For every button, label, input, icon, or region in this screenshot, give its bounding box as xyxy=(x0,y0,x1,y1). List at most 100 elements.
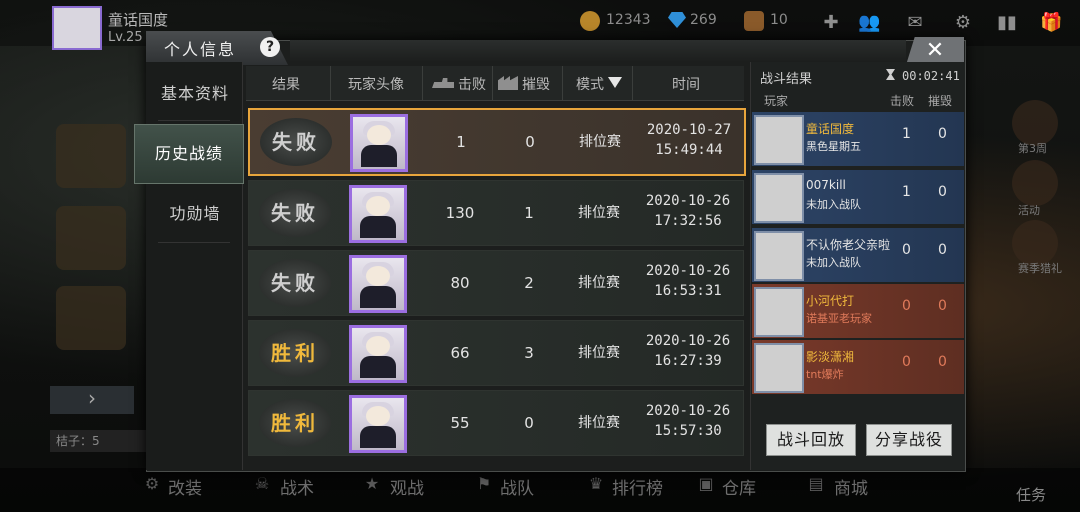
battle-player-kills: 0 xyxy=(902,354,911,370)
battle-player-team: 未加入战队 xyxy=(806,256,861,269)
avatar-body xyxy=(360,286,396,308)
time-value: 2020-10-26 16:53:31 xyxy=(633,261,743,301)
diamond-amount: 269 xyxy=(690,12,717,28)
battle-player-avatar[interactable] xyxy=(754,287,804,337)
friend-card[interactable] xyxy=(56,124,126,188)
clock-text: 15:49:44 xyxy=(655,142,723,158)
avatar-face xyxy=(366,406,390,426)
share-battle-button[interactable]: 分享战役 xyxy=(866,424,952,456)
kills-value: 80 xyxy=(450,274,470,292)
destroys-value: 1 xyxy=(524,204,534,222)
mode-filter-dropdown-icon[interactable] xyxy=(608,77,622,88)
mode-value: 排位赛 xyxy=(578,205,620,221)
tactics-icon: ☠ xyxy=(254,474,270,493)
warehouse-icon: ▣ xyxy=(698,474,714,493)
season-gift-label: 赛季猎礼 xyxy=(1018,262,1062,275)
result-badge: 失败 xyxy=(259,259,331,307)
battle-player-destroys: 0 xyxy=(938,184,947,200)
player-avatar-thumb[interactable] xyxy=(349,325,407,383)
battle-player-kills: 0 xyxy=(902,298,911,314)
ticket-amount: 10 xyxy=(770,12,788,28)
player-avatar-thumb[interactable] xyxy=(349,395,407,453)
chat-preview[interactable]: 桔子：5 xyxy=(50,430,152,452)
battle-player-row[interactable]: 不认你老父亲啦 未加入战队 0 0 xyxy=(752,228,964,282)
battle-timer: 00:02:41 xyxy=(902,69,960,83)
history-row[interactable]: 失败 1 0 排位赛 2020-10-27 15:49:44 xyxy=(248,108,746,176)
player-avatar[interactable] xyxy=(52,6,102,50)
result-badge: 失败 xyxy=(260,118,332,166)
friend-card[interactable] xyxy=(56,286,126,350)
bottom-nav-warehouse[interactable]: 仓库 xyxy=(722,474,756,499)
panel-header-bar xyxy=(290,40,906,62)
player-avatar-thumb[interactable] xyxy=(350,114,408,172)
history-row[interactable]: 失败 130 1 排位赛 2020-10-26 17:32:56 xyxy=(248,180,744,246)
battle-player-destroys: 0 xyxy=(938,354,947,370)
bottom-nav-spectate[interactable]: 观战 xyxy=(390,474,424,499)
battle-player-destroys: 0 xyxy=(938,242,947,258)
nav-battle-history[interactable]: 历史战绩 xyxy=(134,124,244,184)
nav-divider xyxy=(158,242,230,243)
nav-basic-info[interactable]: 基本资料 xyxy=(150,72,240,116)
time-value: 2020-10-26 15:57:30 xyxy=(633,401,743,441)
battle-player-row[interactable]: 童话国度 黑色星期五 1 0 xyxy=(752,112,964,166)
mode-value: 排位赛 xyxy=(578,345,620,361)
mode-value: 排位赛 xyxy=(579,134,621,150)
battle-player-avatar[interactable] xyxy=(754,173,804,223)
history-row[interactable]: 失败 80 2 排位赛 2020-10-26 16:53:31 xyxy=(248,250,744,316)
avatar-face xyxy=(367,125,391,145)
battle-player-row[interactable]: 小河代打 诺基亚老玩家 0 0 xyxy=(752,284,964,338)
bottom-nav-missions[interactable]: 任务 xyxy=(1016,484,1046,505)
time-value: 2020-10-26 16:27:39 xyxy=(633,331,743,371)
time-value: 2020-10-26 17:32:56 xyxy=(633,191,743,231)
activity-label: 活动 xyxy=(1018,204,1040,217)
battle-player-team: 诺基亚老玩家 xyxy=(806,312,872,325)
destroys-value: 2 xyxy=(524,274,534,292)
battle-player-destroys: 0 xyxy=(938,126,947,142)
bottom-nav-ranking[interactable]: 排行榜 xyxy=(612,474,663,499)
battle-player-avatar[interactable] xyxy=(754,343,804,393)
date-text: 2020-10-26 xyxy=(645,333,731,349)
bottom-nav-mod[interactable]: 改装 xyxy=(168,474,202,499)
history-row[interactable]: 胜利 66 3 排位赛 2020-10-26 16:27:39 xyxy=(248,320,744,386)
bottom-nav-shop[interactable]: 商城 xyxy=(834,474,868,499)
player-level: Lv.25 xyxy=(108,30,143,45)
col-destroys: 摧毁 xyxy=(522,77,550,93)
battle-player-avatar[interactable] xyxy=(754,115,804,165)
mail-icon[interactable]: ✉ xyxy=(904,12,926,34)
nav-honor-wall[interactable]: 功勋墙 xyxy=(150,192,240,236)
kills-value: 130 xyxy=(445,204,475,222)
result-badge: 失败 xyxy=(259,189,331,237)
battle-player-team: 未加入战队 xyxy=(806,198,861,211)
bottom-nav-tactics[interactable]: 战术 xyxy=(280,474,314,499)
kills-value: 66 xyxy=(450,344,470,362)
battle-player-kills: 1 xyxy=(902,184,911,200)
settings-gear-icon[interactable]: ⚙ xyxy=(952,12,974,34)
book-icon[interactable]: ▮▮ xyxy=(996,12,1018,34)
battle-player-name: 不认你老父亲啦 xyxy=(806,238,891,252)
player-avatar-thumb[interactable] xyxy=(349,255,407,313)
player-avatar-thumb[interactable] xyxy=(349,185,407,243)
kills-value: 55 xyxy=(450,414,470,432)
battle-player-avatar[interactable] xyxy=(754,231,804,281)
history-row[interactable]: 胜利 55 0 排位赛 2020-10-26 15:57:30 xyxy=(248,390,744,456)
avatar-body xyxy=(361,145,397,167)
add-icon[interactable]: ✚ xyxy=(820,12,842,34)
friends-icon[interactable]: 👥 xyxy=(858,12,880,34)
col-mode[interactable]: 模式 xyxy=(576,74,604,94)
battle-col-player: 玩家 xyxy=(764,94,789,108)
gift-icon[interactable]: 🎁 xyxy=(1040,12,1062,34)
close-button[interactable]: ✕ xyxy=(906,37,964,65)
activity-icon[interactable] xyxy=(1012,160,1058,206)
friend-card[interactable] xyxy=(56,206,126,270)
battle-player-row[interactable]: 影淡潇湘 tnt爆炸 0 0 xyxy=(752,340,964,394)
col-separator xyxy=(422,66,423,100)
battle-player-row[interactable]: 007kill 未加入战队 1 0 xyxy=(752,170,964,224)
bottom-nav-squad[interactable]: 战队 xyxy=(500,474,534,499)
expand-arrow-button[interactable]: › xyxy=(50,386,134,414)
help-icon[interactable]: ? xyxy=(260,37,280,57)
col-avatar: 玩家头像 xyxy=(348,77,404,93)
gold-coin-icon xyxy=(580,11,600,31)
col-separator xyxy=(492,66,493,100)
avatar-body xyxy=(360,426,396,448)
battle-replay-button[interactable]: 战斗回放 xyxy=(766,424,856,456)
